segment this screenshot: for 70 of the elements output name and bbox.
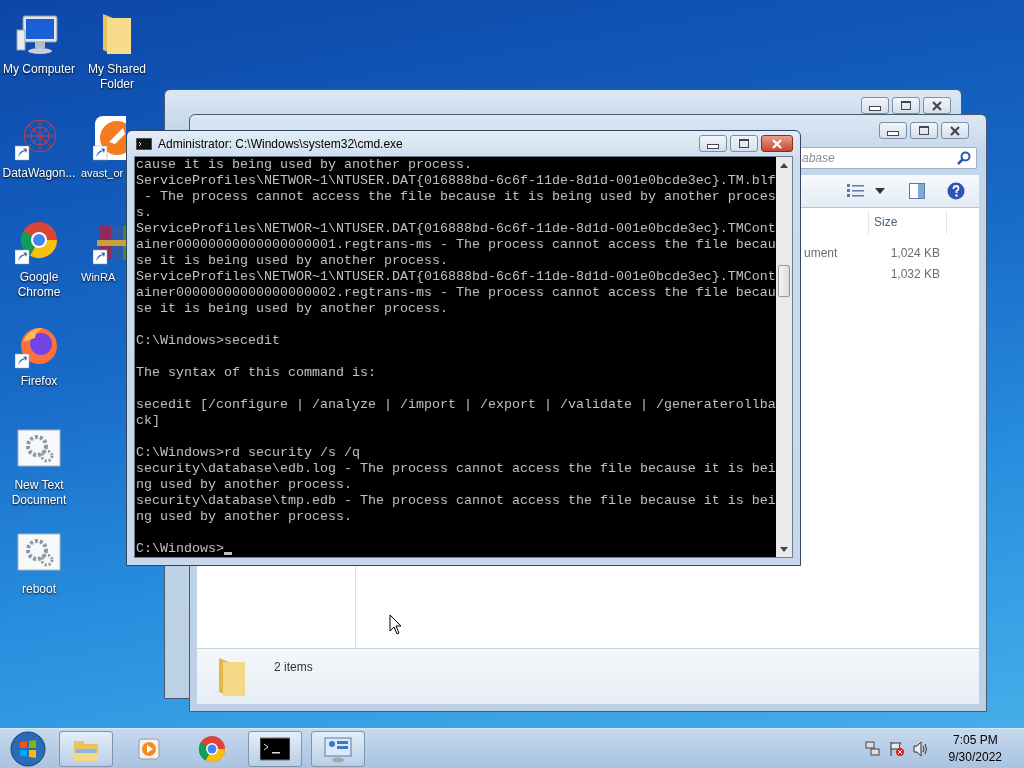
console-line: secedit [/configure | /analyze | /import | /export | /validate | /generaterollba — [136, 397, 776, 413]
icon-label: My Shared Folder — [87, 62, 147, 92]
close-icon — [931, 100, 943, 111]
start-button[interactable] — [10, 730, 46, 767]
console-line: security\database\tmp.edb - The process cannot access the file because it is bei — [136, 493, 776, 509]
console-line: ck] — [136, 413, 160, 429]
view-icon[interactable] — [847, 183, 865, 199]
icon-label: Google Chrome — [16, 270, 62, 300]
caret-icon[interactable] — [875, 188, 885, 194]
console-line: security\database\edb.log - The process cannot access the file because it is bei — [136, 461, 776, 477]
console-line: ainer00000000000000000002.regtrans-ms - The process cannot access the file becau — [136, 285, 776, 301]
clock-time: 7:05 PM — [952, 731, 998, 749]
minimize-button[interactable] — [861, 97, 889, 114]
chrome-icon — [197, 734, 227, 763]
flag-icon[interactable] — [888, 740, 905, 757]
column-header[interactable]: Size — [868, 210, 947, 234]
icon-label: My Computer — [2, 62, 76, 77]
maximize-button[interactable] — [892, 97, 920, 114]
minimize-button[interactable] — [699, 135, 727, 152]
console-line: se it is being used by another process. — [136, 301, 448, 317]
clock[interactable]: 7:05 PM 9/30/2022 — [948, 731, 1002, 766]
console-icon — [136, 137, 152, 150]
close-button[interactable] — [761, 135, 793, 152]
icon-label: Firefox — [19, 374, 59, 389]
icon-label: DataWagon... — [1, 166, 77, 181]
icon-label: WinRA — [80, 270, 116, 285]
clock-date: 9/30/2022 — [948, 748, 1002, 766]
console-line: se it is being used by another process. — [136, 253, 448, 269]
console-line: ServiceProfiles\NETWOR~1\NTUSER.DAT{016888bd-6c6f-11de-8d1d-001e0bcde3ec}.TMCont — [136, 269, 776, 285]
speaker-icon[interactable] — [912, 740, 929, 757]
taskbar-button[interactable] — [248, 730, 302, 767]
console-icon — [260, 734, 290, 763]
console-line: ng used by another process. — [136, 477, 352, 493]
preview-pane-icon[interactable] — [909, 183, 925, 199]
close-icon — [949, 125, 961, 136]
minimize-button[interactable] — [879, 122, 907, 139]
close-icon — [771, 138, 783, 149]
table-cell-text: 1,024 KB — [889, 245, 941, 260]
console-line: cause it is being used by another process. — [136, 157, 472, 173]
help-icon[interactable] — [947, 182, 965, 200]
maximize-button[interactable] — [910, 122, 938, 139]
maximize-button[interactable] — [730, 135, 758, 152]
scroll-down-icon[interactable] — [780, 547, 788, 552]
icon-label: reboot — [21, 582, 57, 597]
icon-label: New Text Document — [10, 478, 68, 508]
console-line: C:\Windows> — [136, 541, 224, 557]
scroll-up-icon[interactable] — [780, 163, 788, 168]
window-title: Administrator: C:\Windows\system32\cmd.exe — [158, 136, 403, 151]
icon-label: avast_or — [80, 166, 124, 181]
console-line: ainer00000000000000000001.regtrans-ms - The process cannot access the file becau — [136, 237, 776, 253]
scroll-thumb[interactable] — [778, 265, 790, 297]
console-line: - The process cannot access the file because it is being used by another proces — [143, 189, 776, 205]
search-field[interactable]: abase — [800, 147, 977, 169]
search-icon — [957, 151, 971, 165]
console-line: ServiceProfiles\NETWOR~1\NTUSER.DAT{016888bd-6c6f-11de-8d1d-001e0bcde3ec}.TM.blf — [136, 173, 776, 189]
table-cell-text: ument — [803, 245, 839, 260]
console-line: ServiceProfiles\NETWOR~1\NTUSER.DAT{016888bd-6c6f-11de-8d1d-001e0bcde3ec}.TMCont — [136, 221, 776, 237]
scrollbar[interactable] — [776, 157, 792, 557]
console-line: C:\Windows>rd security /s /q — [136, 445, 360, 461]
console-line: ng used by another process. — [136, 509, 352, 525]
close-button[interactable] — [941, 122, 969, 139]
network-icon[interactable] — [864, 740, 881, 757]
close-button[interactable] — [923, 97, 951, 114]
table-cell-text: 1,032 KB — [889, 266, 941, 281]
status-text: 2 items — [274, 660, 313, 674]
console-line: s. — [136, 205, 152, 221]
mouse-pointer-icon — [389, 614, 402, 635]
control-panel-icon — [323, 734, 353, 763]
console-line: The syntax of this command is: — [136, 365, 376, 381]
console-line: C:\Windows>secedit — [136, 333, 280, 349]
